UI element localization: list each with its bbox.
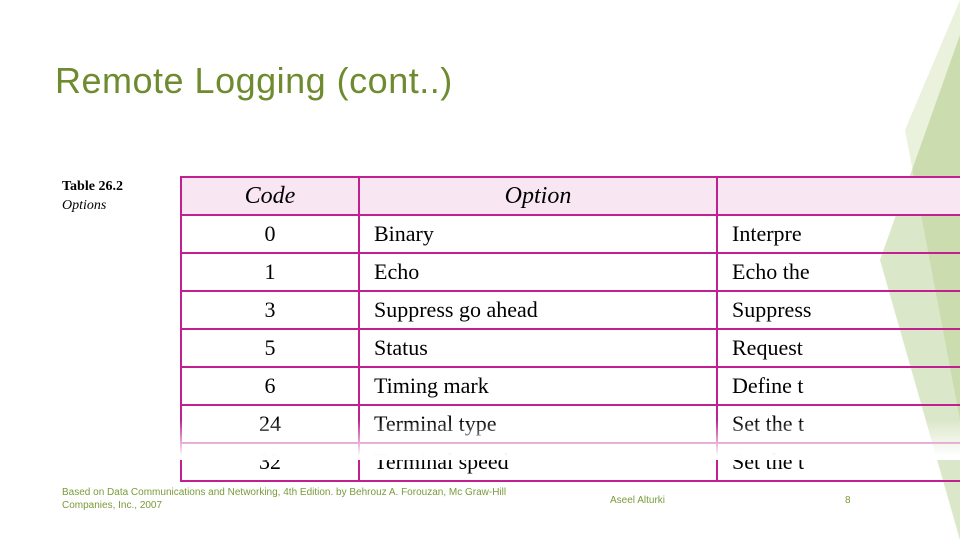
cell-code: 1	[181, 253, 359, 291]
cell-option: Terminal type	[359, 405, 717, 443]
footer-source-text: Based on Data Communications and Network…	[62, 486, 522, 512]
options-table-wrapper: Code Option 0 Binary Interpre 1 Echo Ech…	[180, 176, 960, 482]
table-row: 3 Suppress go ahead Suppress	[181, 291, 960, 329]
col-header-option: Option	[359, 177, 717, 215]
table-row: 24 Terminal type Set the t	[181, 405, 960, 443]
table-caption-number: Table 26.2	[62, 178, 123, 197]
cell-desc: Suppress	[717, 291, 960, 329]
cell-code: 3	[181, 291, 359, 329]
table-caption-label: Options	[62, 197, 123, 216]
cell-desc: Interpre	[717, 215, 960, 253]
cell-code: 24	[181, 405, 359, 443]
cell-code: 0	[181, 215, 359, 253]
slide-footer: Based on Data Communications and Network…	[0, 482, 960, 512]
table-row: 6 Timing mark Define t	[181, 367, 960, 405]
footer-author: Aseel Alturki	[610, 495, 665, 506]
col-header-desc	[717, 177, 960, 215]
table-header-row: Code Option	[181, 177, 960, 215]
cell-option: Suppress go ahead	[359, 291, 717, 329]
cell-option: Status	[359, 329, 717, 367]
col-header-code: Code	[181, 177, 359, 215]
cell-desc: Define t	[717, 367, 960, 405]
table-row: 0 Binary Interpre	[181, 215, 960, 253]
cell-desc: Echo the	[717, 253, 960, 291]
cell-option: Echo	[359, 253, 717, 291]
table-row: 5 Status Request	[181, 329, 960, 367]
table-caption: Table 26.2 Options	[62, 178, 123, 216]
cell-desc: Set the t	[717, 405, 960, 443]
cell-desc: Set the t	[717, 443, 960, 481]
options-table: Code Option 0 Binary Interpre 1 Echo Ech…	[180, 176, 960, 482]
cell-option: Timing mark	[359, 367, 717, 405]
table-row: 32 Terminal speed Set the t	[181, 443, 960, 481]
slide-title: Remote Logging (cont..)	[55, 60, 453, 102]
cell-code: 32	[181, 443, 359, 481]
cell-option: Terminal speed	[359, 443, 717, 481]
slide: Remote Logging (cont..) Table 26.2 Optio…	[0, 0, 960, 540]
cell-desc: Request	[717, 329, 960, 367]
cell-option: Binary	[359, 215, 717, 253]
slide-number: 8	[845, 495, 851, 506]
cell-code: 5	[181, 329, 359, 367]
table-row: 1 Echo Echo the	[181, 253, 960, 291]
cell-code: 6	[181, 367, 359, 405]
